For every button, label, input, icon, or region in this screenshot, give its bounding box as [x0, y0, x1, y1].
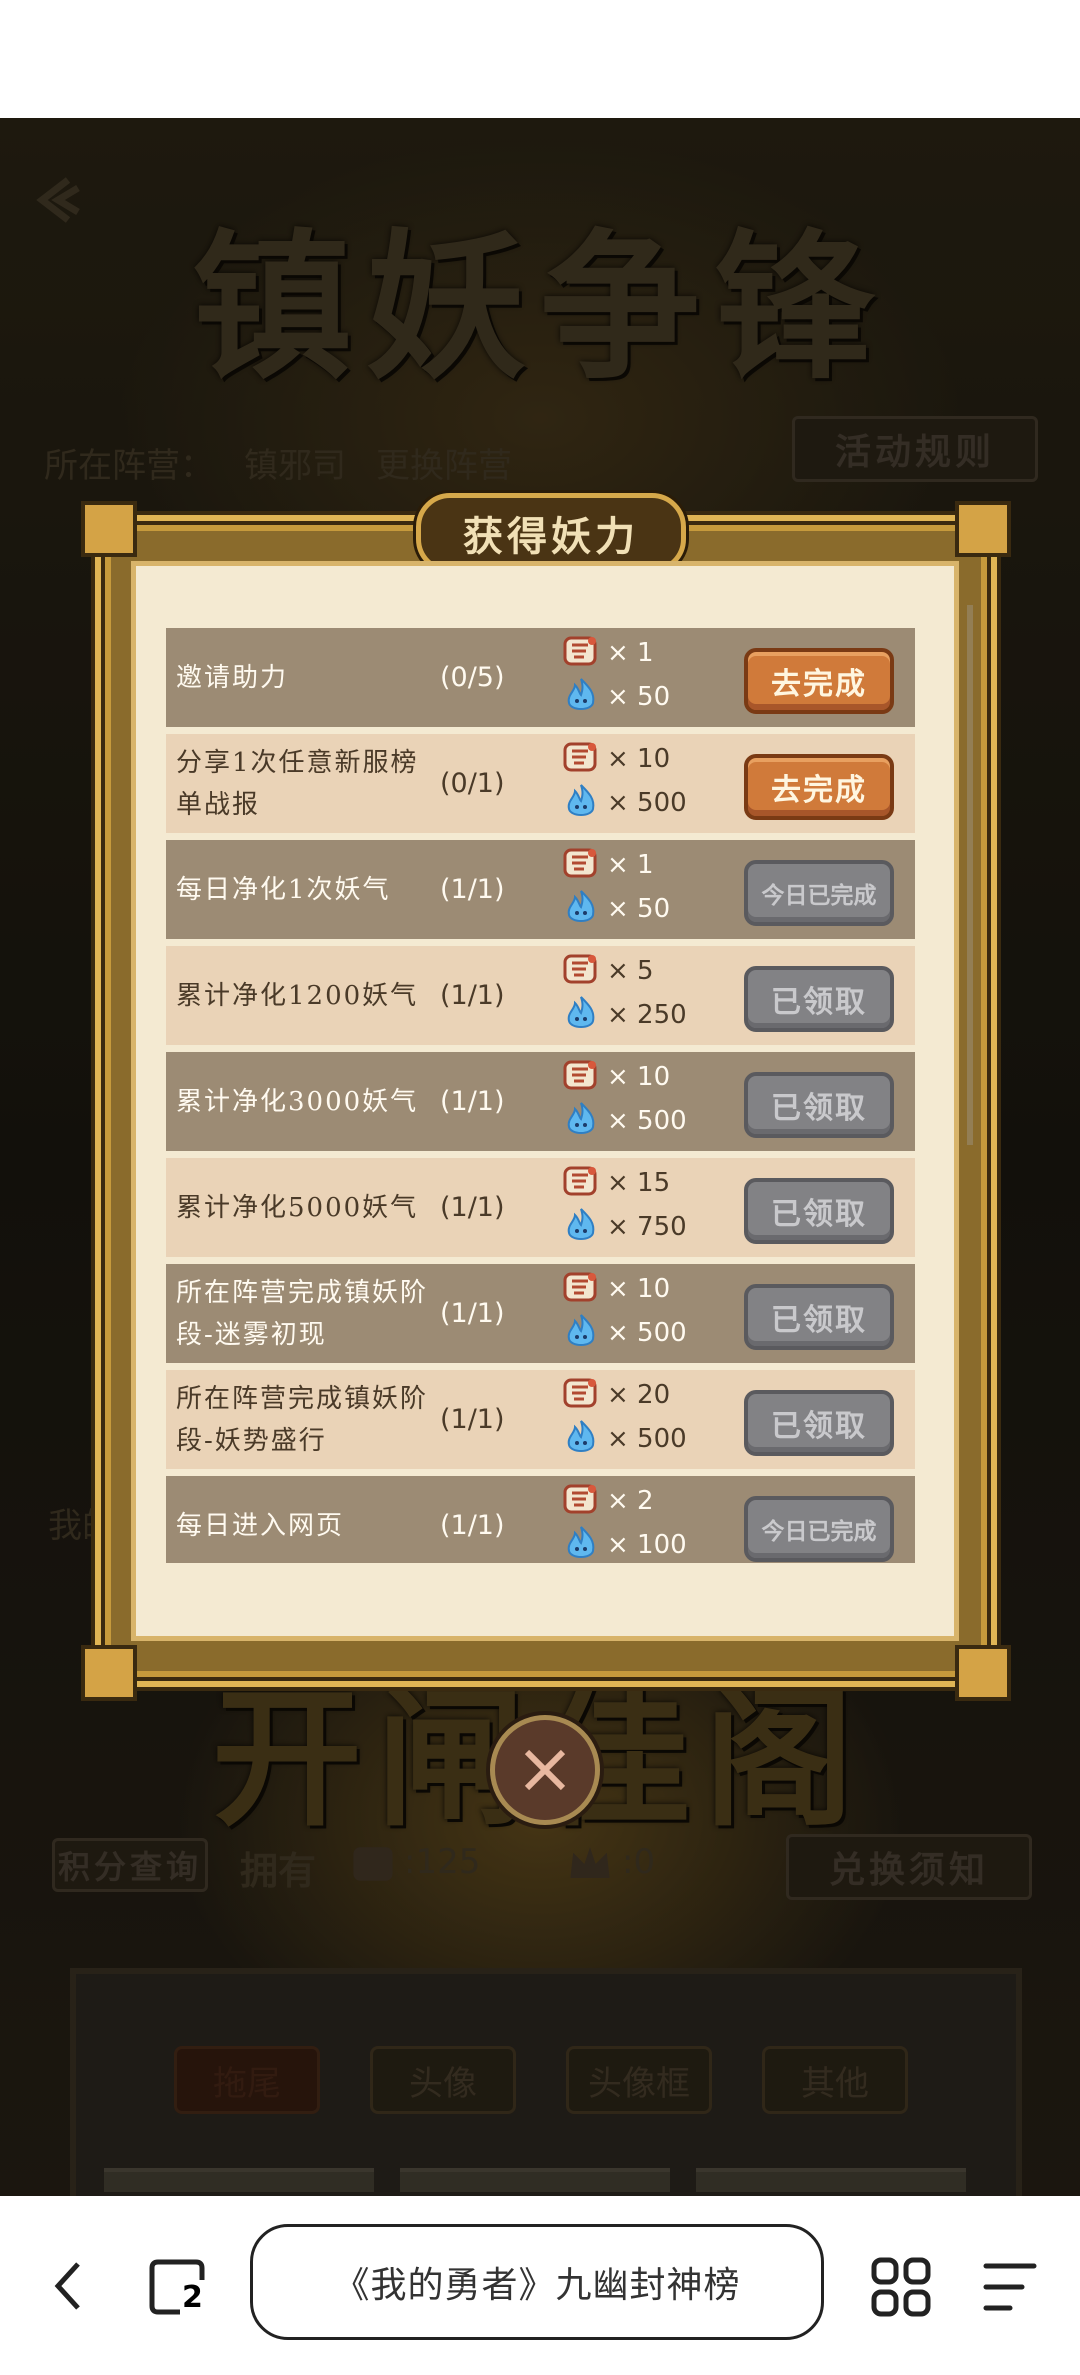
reward-token-amount: × 15: [607, 1168, 671, 1198]
talisman-token-icon: [561, 1267, 601, 1311]
task-row: 每日进入网页 (1/1) × 2 × 100 今日已完成: [166, 1476, 915, 1563]
task-row: 累计净化3000妖气 (1/1) × 10 × 500 已领取: [166, 1052, 915, 1151]
scrollbar[interactable]: [967, 605, 973, 1145]
task-completed-button[interactable]: 已领取: [744, 1072, 894, 1138]
task-progress: (1/1): [440, 1086, 505, 1117]
reward-token-amount: × 1: [607, 638, 654, 668]
task-row: 累计净化1200妖气 (1/1) × 5 × 250 已领取: [166, 946, 915, 1045]
go-complete-button[interactable]: 去完成: [744, 754, 894, 820]
task-reward: × 20 × 500: [561, 1374, 711, 1464]
frame-corner: [81, 501, 137, 557]
back-icon[interactable]: [48, 2258, 88, 2314]
blue-flame-spirit-icon: [561, 887, 601, 931]
reward-spirit-amount: × 50: [607, 894, 671, 924]
blue-flame-spirit-icon: [561, 1099, 601, 1143]
reward-spirit-amount: × 750: [607, 1212, 687, 1242]
blue-flame-spirit-icon: [561, 1523, 601, 1563]
reward-spirit-amount: × 250: [607, 1000, 687, 1030]
frame-corner: [955, 1645, 1011, 1701]
reward-spirit-amount: × 500: [607, 788, 687, 818]
reward-token-amount: × 10: [607, 1274, 671, 1304]
task-progress: (1/1): [440, 1404, 505, 1435]
talisman-token-icon: [561, 1161, 601, 1205]
blue-flame-spirit-icon: [561, 781, 601, 825]
browser-toolbar: 2 《我的勇者》九幽封神榜: [0, 2196, 1080, 2375]
close-button[interactable]: [490, 1715, 600, 1825]
reward-token-amount: × 10: [607, 1062, 671, 1092]
blue-flame-spirit-icon: [561, 675, 601, 719]
task-reward: × 1 × 50: [561, 632, 711, 722]
task-reward: × 2 × 100: [561, 1480, 711, 1563]
frame-corner: [955, 501, 1011, 557]
blue-flame-spirit-icon: [561, 993, 601, 1037]
task-progress: (1/1): [440, 980, 505, 1011]
task-row: 所在阵营完成镇妖阶段-迷雾初现 (1/1) × 10 × 500 已领取: [166, 1264, 915, 1363]
page-title: 《我的勇者》九幽封神榜: [333, 2265, 741, 2306]
task-reward: × 10 × 500: [561, 1056, 711, 1146]
task-name: 所在阵营完成镇妖阶段-迷雾初现: [176, 1277, 429, 1350]
blue-flame-spirit-icon: [561, 1205, 601, 1249]
task-name: 邀请助力: [176, 662, 289, 693]
task-row: 累计净化5000妖气 (1/1) × 15 × 750 已领取: [166, 1158, 915, 1257]
talisman-token-icon: [561, 1055, 601, 1099]
task-progress: (1/1): [440, 1298, 505, 1329]
reward-spirit-amount: × 50: [607, 682, 671, 712]
task-name: 累计净化5000妖气: [176, 1192, 419, 1223]
task-name: 分享1次任意新服榜单战报: [176, 747, 419, 820]
task-progress: (0/1): [440, 768, 505, 799]
task-reward: × 15 × 750: [561, 1162, 711, 1252]
task-completed-button[interactable]: 已领取: [744, 1284, 894, 1350]
earn-power-modal: 获得妖力 邀请助力 (0/5) × 1 × 50 去完成 分享1次任意新服榜单战报 (0/1…: [81, 493, 1011, 1701]
task-completed-button[interactable]: 今日已完成: [744, 860, 894, 926]
blue-flame-spirit-icon: [561, 1417, 601, 1461]
reward-spirit-amount: × 100: [607, 1530, 687, 1560]
tab-count: 2: [180, 2280, 205, 2315]
talisman-token-icon: [561, 1373, 601, 1417]
talisman-token-icon: [561, 843, 601, 887]
reward-token-amount: × 20: [607, 1380, 671, 1410]
task-name: 累计净化3000妖气: [176, 1086, 419, 1117]
address-bar[interactable]: 《我的勇者》九幽封神榜: [250, 2224, 824, 2340]
task-row: 分享1次任意新服榜单战报 (0/1) × 10 × 500 去完成: [166, 734, 915, 833]
task-name: 累计净化1200妖气: [176, 980, 419, 1011]
close-icon: [524, 1749, 566, 1791]
reward-token-amount: × 1: [607, 850, 654, 880]
task-row: 每日净化1次妖气 (1/1) × 1 × 50 今日已完成: [166, 840, 915, 939]
task-completed-button[interactable]: 已领取: [744, 1178, 894, 1244]
task-reward: × 5 × 250: [561, 950, 711, 1040]
menu-icon[interactable]: [982, 2256, 1038, 2318]
task-completed-button[interactable]: 已领取: [744, 1390, 894, 1456]
task-progress: (1/1): [440, 1510, 505, 1541]
go-complete-button[interactable]: 去完成: [744, 648, 894, 714]
apps-grid-icon[interactable]: [870, 2256, 932, 2318]
talisman-token-icon: [561, 949, 601, 993]
task-name: 每日净化1次妖气: [176, 874, 391, 905]
reward-token-amount: × 5: [607, 956, 654, 986]
reward-spirit-amount: × 500: [607, 1106, 687, 1136]
task-reward: × 10 × 500: [561, 738, 711, 828]
task-progress: (1/1): [440, 1192, 505, 1223]
reward-spirit-amount: × 500: [607, 1424, 687, 1454]
talisman-token-icon: [561, 737, 601, 781]
task-reward: × 10 × 500: [561, 1268, 711, 1358]
blue-flame-spirit-icon: [561, 1311, 601, 1355]
reward-spirit-amount: × 500: [607, 1318, 687, 1348]
tabs-button[interactable]: 2: [144, 2256, 206, 2318]
task-name: 每日进入网页: [176, 1510, 345, 1541]
task-row: 邀请助力 (0/5) × 1 × 50 去完成: [166, 628, 915, 727]
task-completed-button[interactable]: 今日已完成: [744, 1496, 894, 1562]
talisman-token-icon: [561, 631, 601, 675]
frame-corner: [81, 1645, 137, 1701]
task-name: 所在阵营完成镇妖阶段-妖势盛行: [176, 1383, 429, 1456]
reward-token-amount: × 10: [607, 744, 671, 774]
modal-title-text: 获得妖力: [463, 513, 639, 560]
task-row: 所在阵营完成镇妖阶段-妖势盛行 (1/1) × 20 × 500 已领取: [166, 1370, 915, 1469]
task-reward: × 1 × 50: [561, 844, 711, 934]
task-progress: (1/1): [440, 874, 505, 905]
task-progress: (0/5): [440, 662, 505, 693]
task-list[interactable]: 邀请助力 (0/5) × 1 × 50 去完成 分享1次任意新服榜单战报 (0/1) × 10…: [166, 628, 915, 1563]
task-completed-button[interactable]: 已领取: [744, 966, 894, 1032]
reward-token-amount: × 2: [607, 1486, 654, 1516]
talisman-token-icon: [561, 1479, 601, 1523]
